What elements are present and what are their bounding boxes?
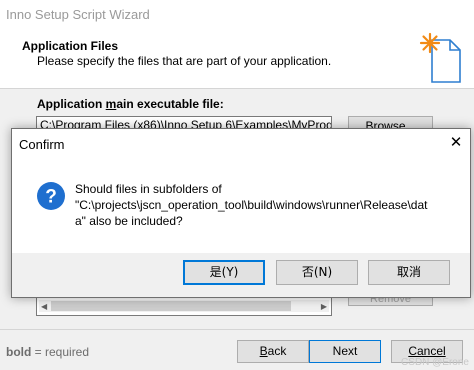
scrollbar-thumb[interactable]	[51, 301, 291, 311]
svg-text:?: ?	[45, 187, 57, 208]
hint-bold: bold	[6, 345, 32, 359]
exe-label-accel: m	[105, 97, 117, 111]
yes-button[interactable]: 是(Y)	[183, 260, 265, 285]
scroll-left-icon[interactable]: ◀	[41, 302, 47, 311]
exe-field-label: Application main executable file:	[37, 97, 224, 111]
dialog-cancel-button[interactable]: 取消	[368, 260, 450, 285]
dialog-body: ? Should files in subfolders of "C:\proj…	[12, 159, 470, 253]
back-accel: B	[259, 344, 268, 358]
page-heading: Application Files	[22, 39, 119, 53]
next-button[interactable]: Next	[309, 340, 381, 363]
close-icon[interactable]: ✕	[442, 129, 470, 157]
question-icon: ?	[37, 182, 65, 210]
dialog-title: Confirm	[19, 137, 65, 152]
dialog-message: Should files in subfolders of "C:\projec…	[75, 181, 465, 229]
wizard-title: Inno Setup Script Wizard	[6, 7, 150, 22]
back-button[interactable]: Back	[237, 340, 309, 363]
message-line: a" also be included?	[75, 214, 183, 228]
exe-label-part: ain executable file:	[116, 97, 224, 111]
dialog-titlebar: Confirm ✕	[12, 129, 470, 159]
message-line: Should files in subfolders of	[75, 182, 222, 196]
back-label: ack	[267, 344, 287, 358]
files-list[interactable]: ◀ ▶	[36, 298, 332, 316]
no-button[interactable]: 否(N)	[276, 260, 358, 285]
wizard-document-icon	[419, 32, 461, 83]
footer-divider	[0, 329, 474, 330]
hint-text: = required	[31, 345, 90, 359]
message-line: "C:\projects\jscn_operation_tool\build\w…	[75, 198, 428, 212]
cancel-label: Cancel	[408, 344, 446, 358]
wizard-header: Application Files Please specify the fil…	[0, 30, 474, 88]
confirm-dialog: Confirm ✕ ? Should files in subfolders o…	[11, 128, 471, 298]
wizard-titlebar: Inno Setup Script Wizard	[0, 0, 474, 30]
page-description: Please specify the files that are part o…	[37, 54, 332, 68]
watermark: CSDN @Erone	[401, 357, 469, 368]
exe-label-part: Application	[37, 97, 106, 111]
scroll-right-icon[interactable]: ▶	[321, 302, 327, 311]
header-divider	[0, 88, 474, 89]
horizontal-scrollbar[interactable]: ◀ ▶	[39, 300, 329, 312]
required-hint: bold = required	[6, 345, 89, 359]
